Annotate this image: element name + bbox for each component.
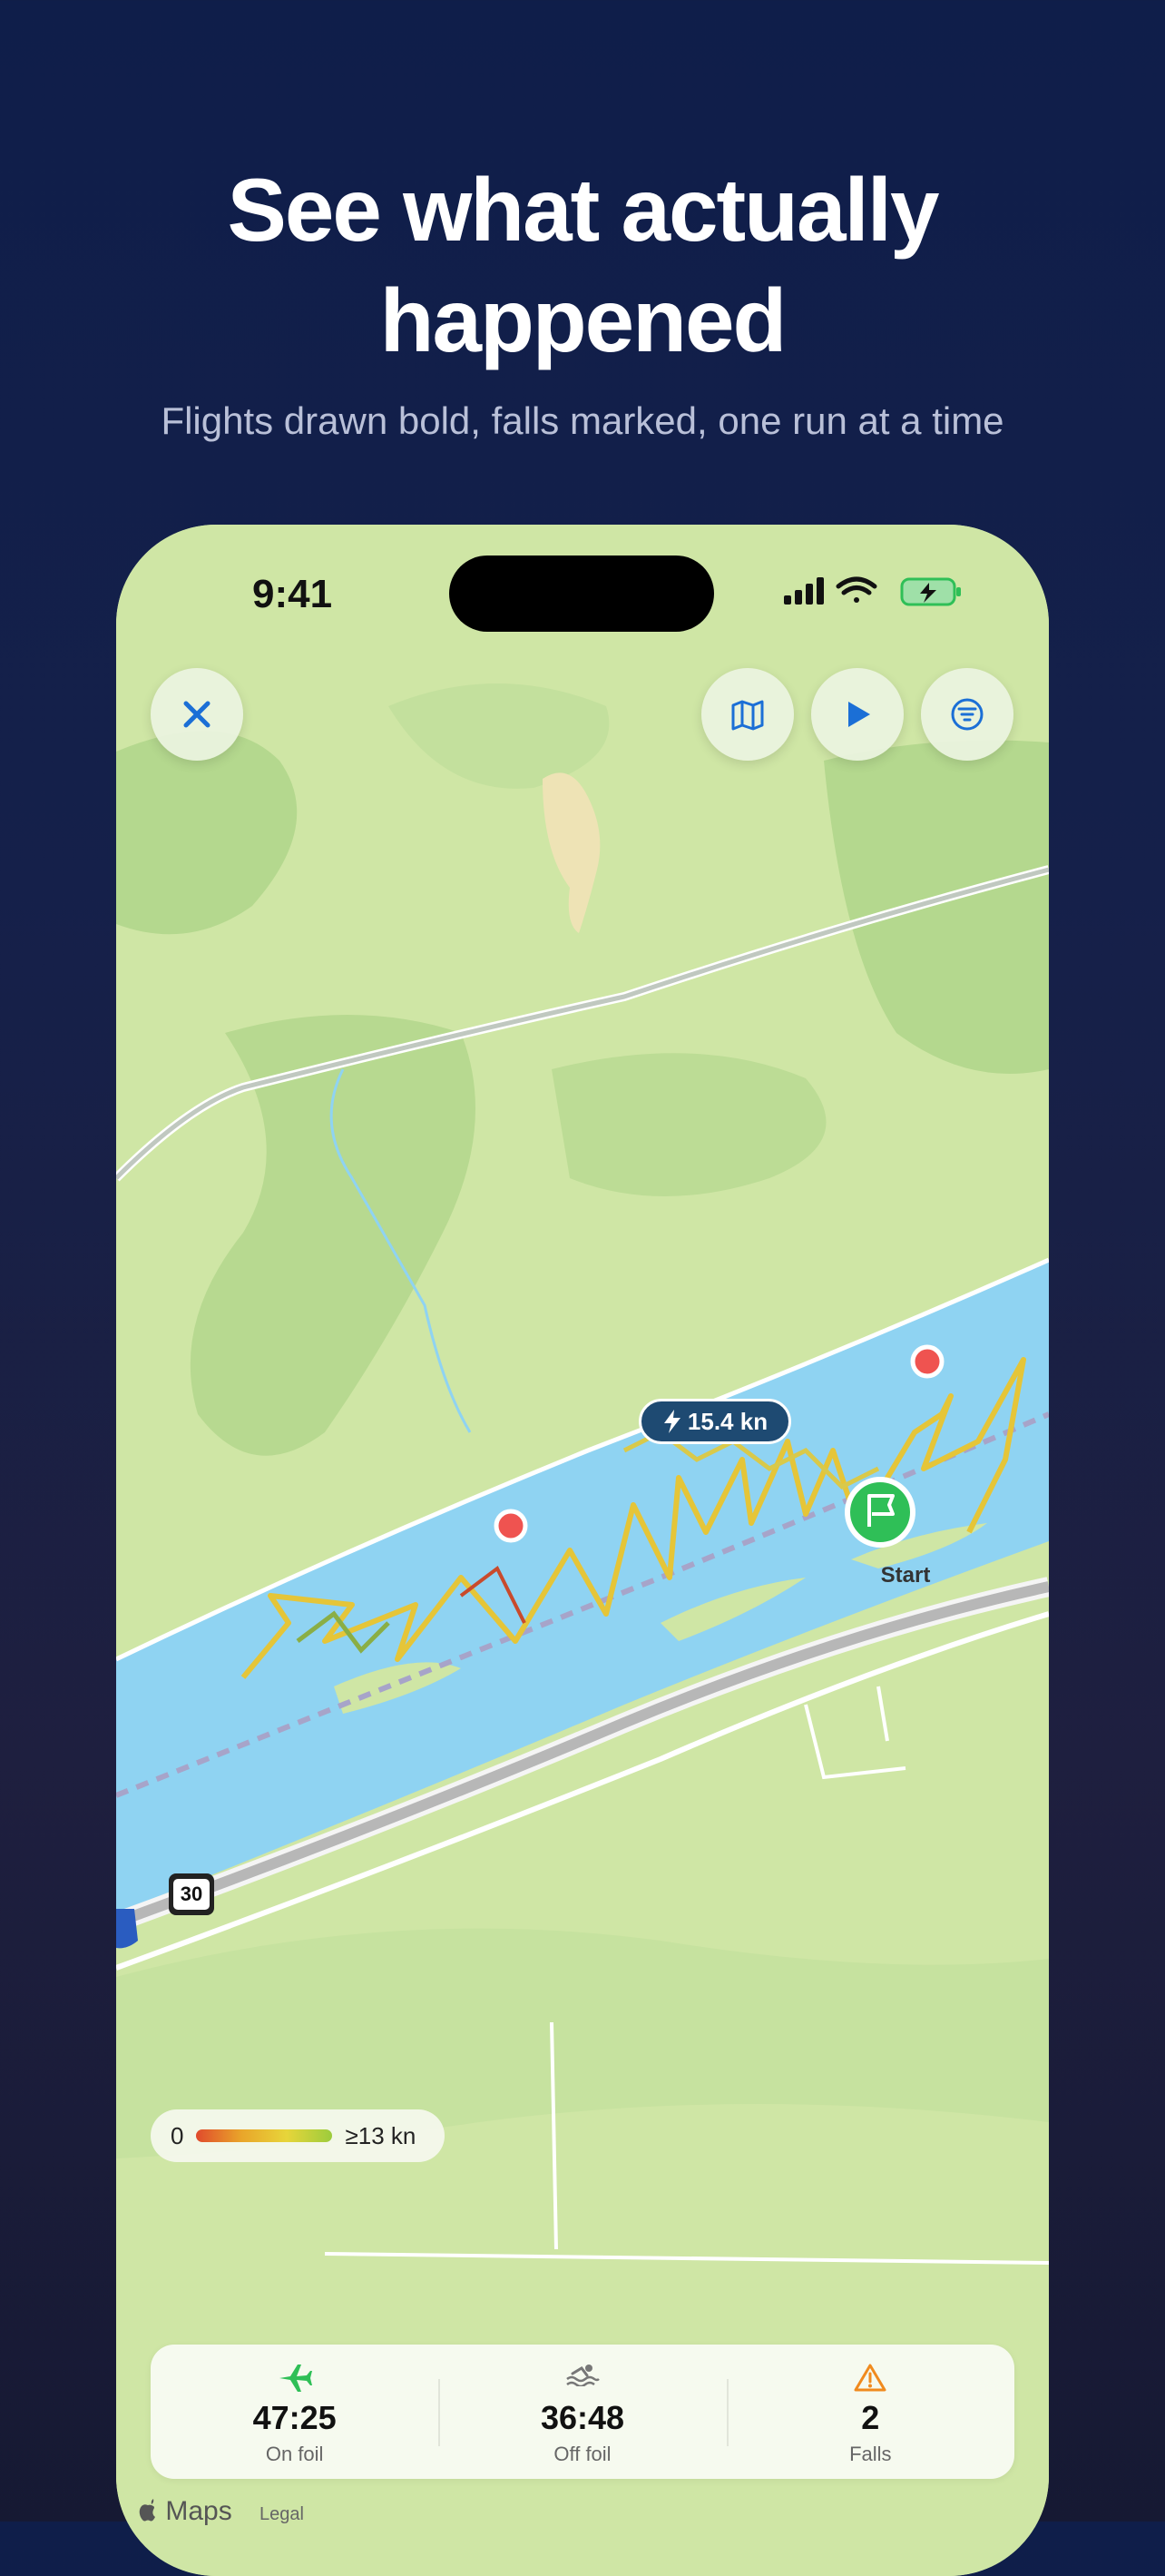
- stat-value: 47:25: [252, 2399, 337, 2436]
- max-speed-label: 15.4 kn: [687, 1407, 769, 1435]
- headline-line-2: happened: [379, 270, 788, 370]
- phone-screen: 9:41 15.4 kn Start 30 0 ≥13 kn 47:25 On …: [116, 525, 1049, 2576]
- stat-off-foil[interactable]: 36:48 Off foil: [438, 2345, 726, 2479]
- headline-line-1: See what actually: [227, 160, 939, 260]
- dynamic-island: [449, 556, 714, 632]
- subheadline: Flights drawn bold, falls marked, one ru…: [161, 399, 1004, 442]
- stat-value: 2: [861, 2399, 880, 2436]
- warning-icon: [854, 2364, 886, 2392]
- fall-marker: [910, 1344, 945, 1379]
- stat-value: 36:48: [540, 2399, 625, 2436]
- stat-on-foil[interactable]: 47:25 On foil: [151, 2345, 438, 2479]
- status-icons: [784, 572, 967, 612]
- swim-icon: [566, 2365, 600, 2386]
- filter-icon: [951, 698, 984, 731]
- signal-icon: [784, 577, 824, 605]
- plane-icon: [279, 2365, 312, 2392]
- map-icon: [731, 700, 764, 731]
- stat-falls[interactable]: 2 Falls: [726, 2345, 1014, 2479]
- speed-legend-max: ≥13 kn: [345, 2121, 416, 2149]
- close-button[interactable]: [151, 668, 243, 761]
- bolt-icon: [663, 1410, 680, 1433]
- wifi-icon: [836, 576, 877, 603]
- status-time: 9:41: [252, 572, 333, 616]
- filter-button[interactable]: [921, 668, 1013, 761]
- fall-marker: [494, 1509, 528, 1543]
- play-icon: [848, 702, 870, 727]
- play-button[interactable]: [811, 668, 904, 761]
- maps-attribution: Maps Legal: [138, 2496, 304, 2527]
- headline: See what actually happened: [0, 154, 1165, 376]
- session-stats-card: 47:25 On foil 36:48 Off foil 2 Falls: [151, 2345, 1014, 2479]
- route-shield: 30: [169, 1873, 214, 1915]
- start-label: Start: [880, 1563, 931, 1588]
- stat-label: Falls: [849, 2443, 892, 2465]
- close-icon: [183, 701, 210, 728]
- speed-legend: 0 ≥13 kn: [151, 2109, 445, 2162]
- battery-icon: [900, 577, 961, 606]
- apple-logo-icon: [139, 2499, 155, 2522]
- route-shield-number: 30: [173, 1879, 210, 1910]
- stat-label: On foil: [265, 2443, 324, 2465]
- map-style-button[interactable]: [701, 668, 794, 761]
- speed-gradient-bar: [196, 2129, 333, 2142]
- max-speed-marker[interactable]: 15.4 kn: [639, 1399, 791, 1444]
- map-view[interactable]: [116, 525, 1049, 2576]
- maps-brand: Maps: [165, 2496, 232, 2526]
- speed-legend-min: 0: [171, 2121, 184, 2149]
- stat-label: Off foil: [553, 2443, 612, 2465]
